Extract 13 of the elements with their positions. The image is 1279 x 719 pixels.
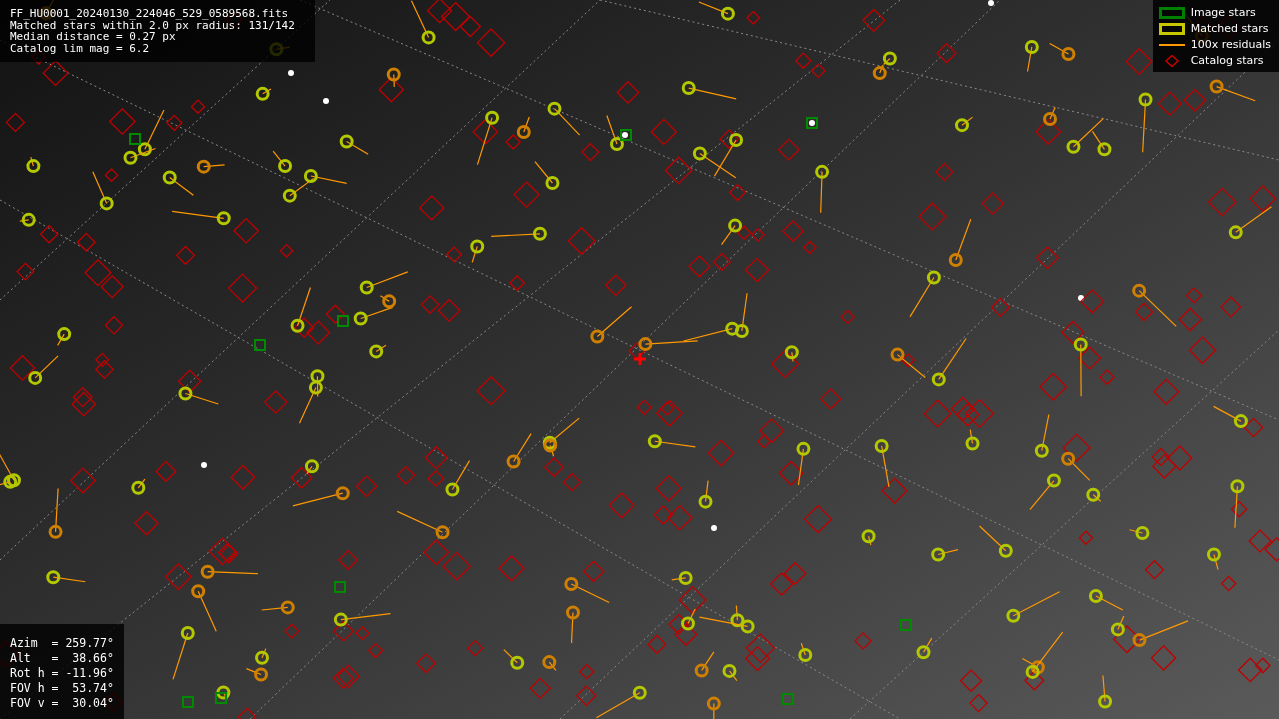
info-text: Catalog lim mag = 6.2 [10, 42, 151, 54]
pointing-text: FOV h = 53.74° [10, 681, 114, 696]
pointing-text: Azim = 259.77° [10, 636, 114, 651]
pointing-text: Rot h = -11.96° [10, 666, 114, 681]
pointing-text: Alt = 38.66° [10, 651, 114, 666]
legend-label: Image stars [1190, 6, 1256, 20]
legend-label: Catalog stars [1190, 54, 1264, 68]
legend-label: Matched stars [1190, 22, 1269, 36]
info-text: FF_HU0001_20240130_224046_529_0589568.fits [10, 8, 290, 20]
pointing-text: FOV v = 30.04° [10, 696, 114, 711]
info-text: Median distance = 0.27 px [10, 31, 176, 43]
info-text: Matched stars within 2.0 px radius: 131/142 [10, 19, 295, 31]
legend-label: 100x residuals [1190, 38, 1271, 52]
